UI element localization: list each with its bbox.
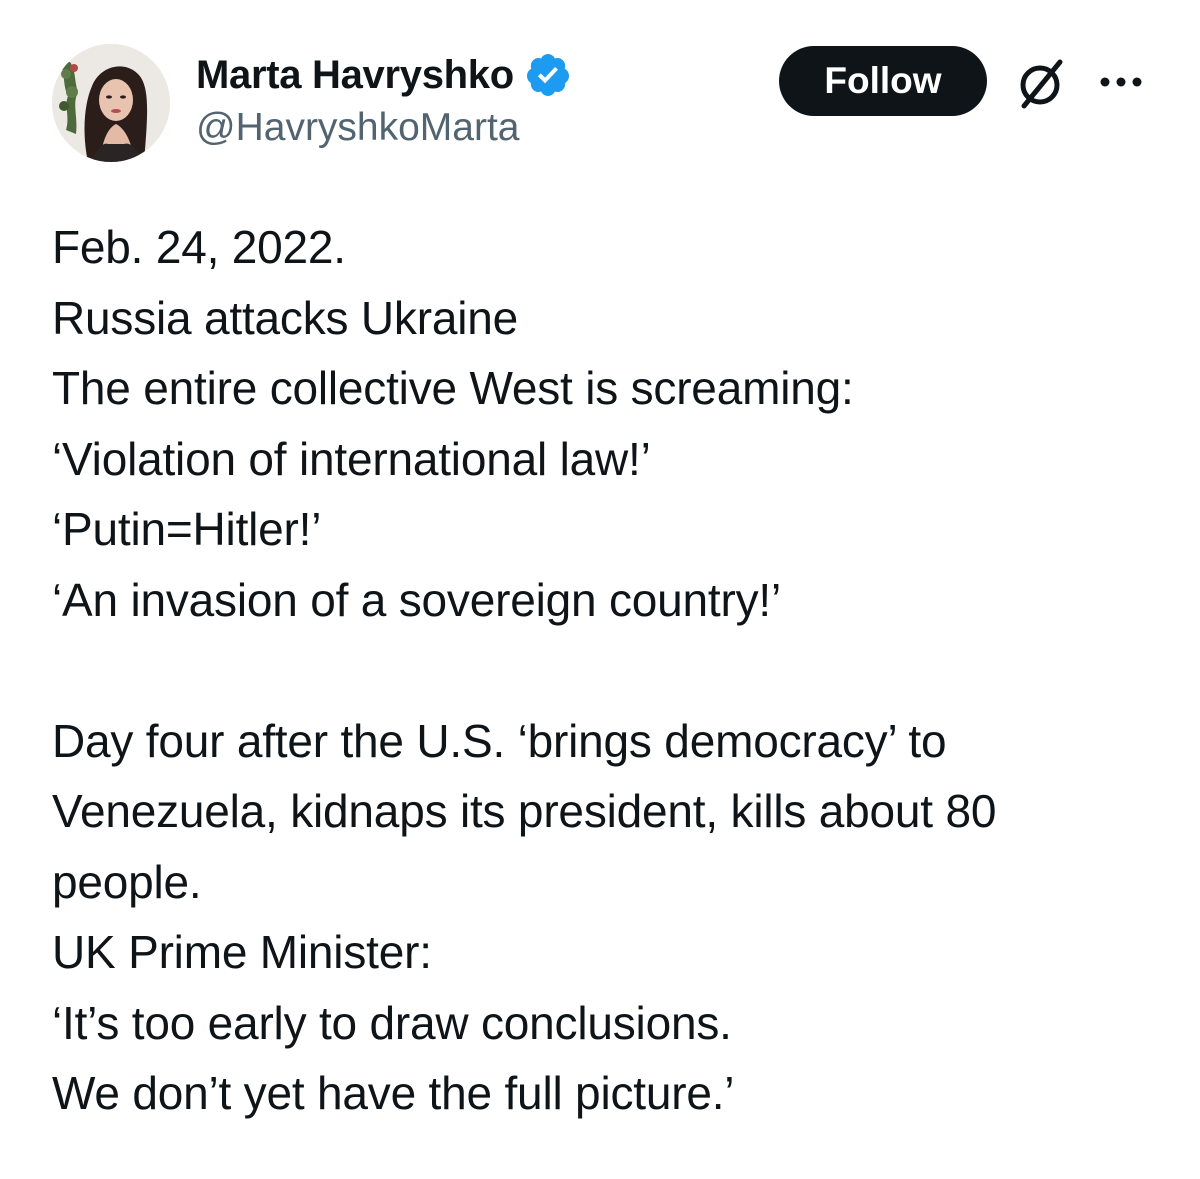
tweet: Marta Havryshko @HavryshkoMarta Follow F… <box>0 0 1200 1179</box>
author-info: Marta Havryshko @HavryshkoMarta <box>196 52 572 150</box>
tweet-line: Russia attacks Ukraine <box>52 291 518 344</box>
tweet-line: UK Prime Minister: <box>52 926 432 978</box>
more-dots-icon[interactable] <box>1098 70 1144 94</box>
tweet-line: Venezuela, kidnaps its president, kills … <box>52 785 997 837</box>
follow-button[interactable]: Follow <box>779 46 987 116</box>
tweet-line: ‘Putin=Hitler!’ <box>52 503 322 555</box>
tweet-line: The entire collective West is screaming: <box>52 362 854 414</box>
tweet-header: Marta Havryshko @HavryshkoMarta Follow <box>52 44 1152 164</box>
tweet-line: ‘It’s too early to draw conclusions. <box>52 996 732 1049</box>
avatar[interactable] <box>52 44 170 162</box>
tweet-line: ‘An invasion of a sovereign country!’ <box>52 573 782 626</box>
tweet-line: people. <box>52 855 202 908</box>
tweet-line: Day four after the U.S. ‘brings democrac… <box>52 714 947 767</box>
author-handle[interactable]: @HavryshkoMarta <box>196 106 572 150</box>
name-row: Marta Havryshko <box>196 52 572 98</box>
tweet-line: We don’t yet have the full picture.’ <box>52 1067 735 1119</box>
grok-slash-circle-icon[interactable] <box>1014 56 1068 110</box>
tweet-text: Feb. 24, 2022. Russia attacks Ukraine Th… <box>52 212 1172 1129</box>
verified-badge-icon[interactable] <box>524 51 572 99</box>
tweet-line: Feb. 24, 2022. <box>52 221 346 273</box>
avatar-image <box>52 44 170 162</box>
tweet-line: ‘Violation of international law!’ <box>52 432 651 485</box>
author-display-name[interactable]: Marta Havryshko <box>196 53 514 98</box>
